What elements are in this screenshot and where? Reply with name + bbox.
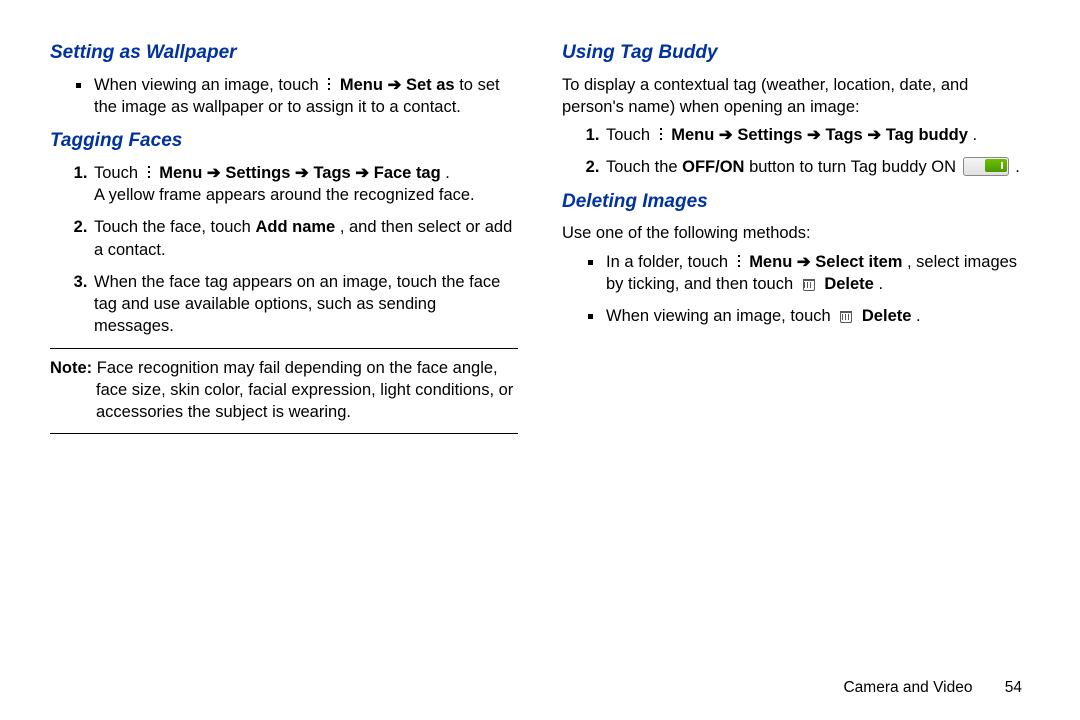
arrow: ➔ bbox=[807, 126, 825, 144]
text: . bbox=[916, 307, 921, 325]
settings-label: Settings bbox=[737, 126, 802, 144]
note-block: Note: Face recognition may fail dependin… bbox=[50, 357, 518, 424]
wallpaper-list: When viewing an image, touch Menu ➔ Set … bbox=[50, 74, 518, 119]
tags-label: Tags bbox=[313, 164, 350, 182]
delete-bullet-2: When viewing an image, touch Delete . bbox=[604, 305, 1030, 327]
text: Touch bbox=[94, 164, 143, 182]
arrow: ➔ bbox=[388, 76, 406, 94]
toggle-on-icon bbox=[963, 157, 1009, 176]
note-body: face size, skin color, facial expression… bbox=[96, 379, 518, 424]
text: Touch the bbox=[606, 158, 682, 176]
setas-label: Set as bbox=[406, 76, 455, 94]
step-3: When the face tag appears on an image, t… bbox=[92, 271, 518, 338]
step-1: Touch Menu ➔ Settings ➔ Tags ➔ Tag buddy… bbox=[604, 124, 1030, 146]
text: . bbox=[1015, 158, 1020, 176]
page-footer: Camera and Video 54 bbox=[843, 678, 1022, 699]
right-column: Using Tag Buddy To display a contextual … bbox=[562, 38, 1030, 660]
text: . bbox=[973, 126, 978, 144]
arrow: ➔ bbox=[797, 253, 815, 271]
arrow: ➔ bbox=[719, 126, 737, 144]
divider bbox=[50, 348, 518, 349]
delete-label: Delete bbox=[824, 275, 874, 293]
tagbuddy-label: Tag buddy bbox=[886, 126, 968, 144]
overflow-menu-icon bbox=[657, 128, 665, 142]
note-first-line: Face recognition may fail depending on t… bbox=[97, 359, 498, 377]
arrow: ➔ bbox=[867, 126, 885, 144]
arrow: ➔ bbox=[295, 164, 313, 182]
text: When viewing an image, touch bbox=[606, 307, 835, 325]
note-label: Note: bbox=[50, 359, 92, 377]
arrow: ➔ bbox=[355, 164, 373, 182]
deleting-intro: Use one of the following methods: bbox=[562, 222, 1030, 244]
menu-label: Menu bbox=[671, 126, 714, 144]
tagging-faces-steps: Touch Menu ➔ Settings ➔ Tags ➔ Face tag … bbox=[50, 162, 518, 338]
tagbuddy-intro: To display a contextual tag (weather, lo… bbox=[562, 74, 1030, 119]
text: button to turn Tag buddy ON bbox=[749, 158, 961, 176]
text: When viewing an image, touch bbox=[94, 76, 323, 94]
page-number: 54 bbox=[1005, 679, 1022, 696]
menu-label: Menu bbox=[749, 253, 792, 271]
text: When the face tag appears on an image, t… bbox=[94, 273, 500, 336]
step-2: Touch the OFF/ON button to turn Tag budd… bbox=[604, 156, 1030, 178]
text: A yellow frame appears around the recogn… bbox=[94, 186, 475, 204]
selectitem-label: Select item bbox=[815, 253, 902, 271]
deleting-list: In a folder, touch Menu ➔ Select item , … bbox=[562, 251, 1030, 328]
text: . bbox=[878, 275, 883, 293]
addname-label: Add name bbox=[255, 218, 335, 236]
tags-label: Tags bbox=[825, 126, 862, 144]
facetag-label: Face tag bbox=[374, 164, 441, 182]
left-column: Setting as Wallpaper When viewing an ima… bbox=[50, 38, 518, 660]
text: Touch the face, touch bbox=[94, 218, 255, 236]
step-1: Touch Menu ➔ Settings ➔ Tags ➔ Face tag … bbox=[92, 162, 518, 207]
heading-tagging-faces: Tagging Faces bbox=[50, 128, 518, 154]
overflow-menu-icon bbox=[325, 78, 333, 92]
heading-deleting: Deleting Images bbox=[562, 189, 1030, 215]
menu-label: Menu bbox=[159, 164, 202, 182]
overflow-menu-icon bbox=[735, 255, 743, 269]
delete-label: Delete bbox=[862, 307, 912, 325]
offon-label: OFF/ON bbox=[682, 158, 744, 176]
delete-bullet-1: In a folder, touch Menu ➔ Select item , … bbox=[604, 251, 1030, 296]
divider bbox=[50, 433, 518, 434]
heading-tag-buddy: Using Tag Buddy bbox=[562, 40, 1030, 66]
step-2: Touch the face, touch Add name , and the… bbox=[92, 216, 518, 261]
trash-icon bbox=[837, 307, 855, 325]
settings-label: Settings bbox=[225, 164, 290, 182]
wallpaper-bullet: When viewing an image, touch Menu ➔ Set … bbox=[92, 74, 518, 119]
overflow-menu-icon bbox=[145, 166, 153, 180]
menu-label: Menu bbox=[340, 76, 383, 94]
text: . bbox=[445, 164, 450, 182]
text: Touch bbox=[606, 126, 655, 144]
trash-icon bbox=[800, 275, 818, 293]
heading-wallpaper: Setting as Wallpaper bbox=[50, 40, 518, 66]
text: In a folder, touch bbox=[606, 253, 733, 271]
chapter-title: Camera and Video bbox=[843, 679, 972, 696]
tagbuddy-steps: Touch Menu ➔ Settings ➔ Tags ➔ Tag buddy… bbox=[562, 124, 1030, 179]
arrow: ➔ bbox=[207, 164, 225, 182]
